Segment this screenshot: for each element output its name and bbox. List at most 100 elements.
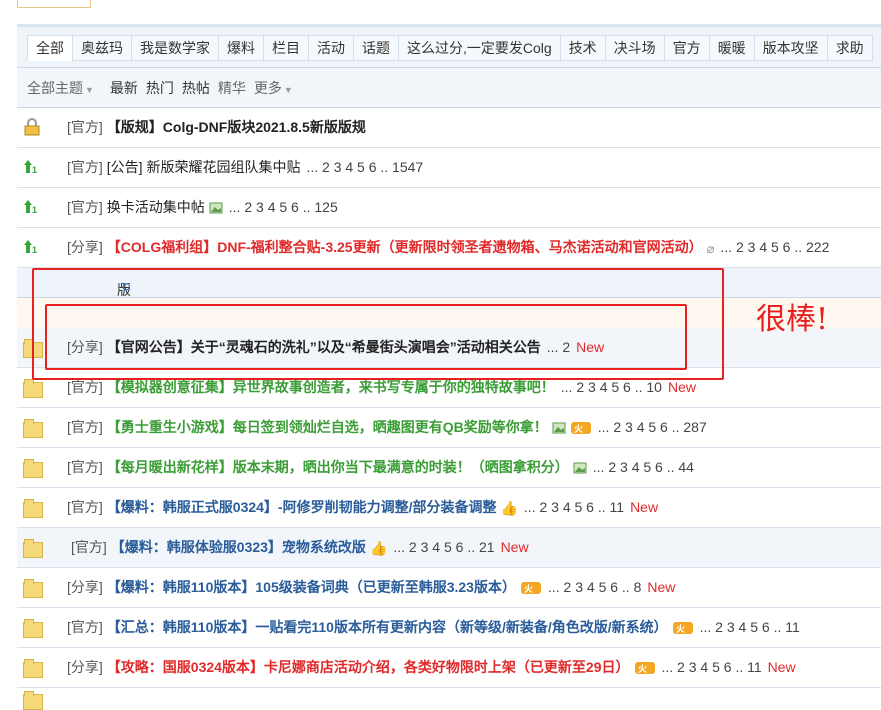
- image-icon: [573, 462, 587, 474]
- thread-pages[interactable]: ... 2 3 4 5 6 .. 10: [561, 379, 662, 395]
- image-icon: [209, 202, 223, 214]
- forum-tab-bar: 全部 奥兹玛 我是数学家 爆料 栏目 活动 话题 这么过分,一定要发Colg 技…: [17, 24, 881, 68]
- tab-column[interactable]: 栏目: [263, 35, 309, 61]
- hot-icon: 火: [634, 662, 655, 675]
- folder-icon: [23, 691, 43, 710]
- thread-pages[interactable]: ... 2 3 4 5 6 .. 8: [548, 579, 641, 595]
- thread-title[interactable]: 【每月暖出新花样】版本末期，晒出你当下最满意的时装！（晒图拿积分）: [107, 459, 569, 475]
- thread-category[interactable]: [分享]: [67, 659, 103, 675]
- tab-events[interactable]: 活动: [308, 35, 354, 61]
- folder-icon: [23, 619, 43, 638]
- thread-row[interactable]: [分享] 【攻略：国服0324版本】卡尼娜商店活动介绍，各类好物限时上架（已更新至…: [17, 648, 881, 688]
- thread-category[interactable]: [官方]: [67, 619, 103, 635]
- thread-title[interactable]: 【爆料：韩服110版本】105级装备词典（已更新至韩服3.23版本）: [107, 579, 516, 595]
- attachment-icon: ⌀: [706, 240, 715, 256]
- thread-row[interactable]: [官方] 【勇士重生小游戏】每日签到领灿烂自选，晒趣图更有QB奖励等你拿！ 火...…: [17, 408, 881, 448]
- tab-all[interactable]: 全部: [27, 35, 73, 61]
- thread-pages[interactable]: ... 2 3 4 5 6 .. 21: [393, 539, 494, 555]
- filter-all-topics[interactable]: 全部主题 ▼: [27, 78, 102, 98]
- thumbs-up-icon: 👍: [369, 539, 388, 556]
- thread-category[interactable]: [官方]: [67, 419, 103, 435]
- pin-icon: 1: [24, 160, 37, 175]
- pinned-row[interactable]: [官方] 【版规】Colg-DNF版块2021.8.5新版版规: [17, 108, 881, 148]
- pinned-row[interactable]: 1 [官方] [公告] 新版荣耀花园组队集中贴 ... 2 3 4 5 6 .. 1…: [17, 148, 881, 188]
- pin-icon: 1: [24, 240, 37, 255]
- thread-category[interactable]: [官方]: [71, 539, 107, 555]
- thread-pages[interactable]: ... 2 3 4 5 6 .. 11: [524, 499, 624, 515]
- tab-complaints[interactable]: 这么过分,一定要发Colg: [398, 35, 561, 61]
- new-badge: New: [667, 379, 696, 395]
- thread-title[interactable]: 【汇总：韩服110版本】一贴看完110版本所有更新内容（新等级/新装备/角色改版…: [107, 619, 668, 635]
- thread-row[interactable]: [官方] 【爆料：韩服体验服0323】宠物系统改版 👍 ... 2 3 4 5 6 .…: [17, 528, 881, 568]
- thread-pages[interactable]: ... 2 3 4 5 6 .. 11: [700, 619, 800, 635]
- folder-icon: [23, 459, 43, 478]
- folder-icon: [23, 419, 43, 438]
- thread-title[interactable]: 【爆料：韩服体验服0323】宠物系统改版: [111, 539, 366, 555]
- thread-title[interactable]: 【爆料：韩服正式服0324】-阿修罗削韧能力调整/部分装备调整: [107, 499, 497, 515]
- filter-digest[interactable]: 精华: [218, 78, 246, 98]
- thread-row[interactable]: [官方] 【每月暖出新花样】版本末期，晒出你当下最满意的时装！（晒图拿积分）...…: [17, 448, 881, 488]
- thread-pages[interactable]: ... 2 3 4 5 6 .. 11: [662, 659, 762, 675]
- new-badge: New: [630, 499, 659, 515]
- tab-arena[interactable]: 决斗场: [604, 35, 665, 61]
- tab-tech[interactable]: 技术: [559, 35, 606, 61]
- filter-hot[interactable]: 热门: [146, 78, 174, 98]
- new-badge: New: [647, 579, 676, 595]
- thread-pages[interactable]: ... 2 3 4 5 6 .. 1547: [306, 159, 423, 175]
- thread-pages[interactable]: ... 2 3 4 5 6 .. 222: [720, 239, 829, 255]
- svg-text:1: 1: [32, 205, 37, 215]
- tab-version-guide[interactable]: 版本攻坚: [753, 35, 828, 61]
- thread-row[interactable]: [分享] 【爆料：韩服110版本】105级装备词典（已更新至韩服3.23版本） 火.…: [17, 568, 881, 608]
- thread-title[interactable]: 【版规】Colg-DNF版块2021.8.5新版版规: [107, 119, 366, 135]
- thread-title[interactable]: 【模拟器创意征集】异世界故事创造者，来书写专属于你的独特故事吧！: [107, 379, 555, 395]
- filter-heat[interactable]: 热帖: [182, 78, 210, 98]
- tab-nuannuan[interactable]: 暖暖: [708, 35, 755, 61]
- thumbs-up-icon: 👍: [500, 499, 518, 516]
- thread-category[interactable]: [官方]: [67, 379, 103, 395]
- thread-pages[interactable]: ... 2 3 4 5 6 .. 125: [229, 199, 338, 215]
- thread-category[interactable]: [官方]: [67, 459, 103, 475]
- pinned-row[interactable]: 1 [分享] 【COLG福利组】DNF-福利整合贴-3.25更新（更新限时领圣者遗…: [17, 228, 881, 268]
- thread-category[interactable]: [官方]: [67, 199, 103, 215]
- filter-more[interactable]: 更多 ▼: [254, 78, 301, 98]
- new-badge: New: [500, 539, 529, 555]
- thread-row[interactable]: [官方] 【汇总：韩服110版本】一贴看完110版本所有更新内容（新等级/新装备/…: [17, 608, 881, 648]
- image-icon: [552, 422, 566, 434]
- thread-title[interactable]: 换卡活动集中帖: [107, 199, 205, 215]
- thread-title[interactable]: 【攻略：国服0324版本】卡尼娜商店活动介绍，各类好物限时上架（已更新至29日）: [107, 659, 630, 675]
- tab-official[interactable]: 官方: [663, 35, 710, 61]
- tab-ozma[interactable]: 奥兹玛: [72, 35, 132, 61]
- thread-title[interactable]: 【勇士重生小游戏】每日签到领灿烂自选，晒趣图更有QB奖励等你拿！: [107, 419, 548, 435]
- svg-text:火: 火: [676, 624, 686, 634]
- lock-icon: [24, 118, 40, 136]
- pin-icon: 1: [24, 200, 37, 215]
- thread-title[interactable]: [公告] 新版荣耀花园组队集中贴: [107, 159, 301, 175]
- filter-latest[interactable]: 最新: [110, 78, 138, 98]
- thread-category[interactable]: [分享]: [67, 579, 103, 595]
- svg-text:火: 火: [574, 424, 584, 434]
- tab-mathematician[interactable]: 我是数学家: [131, 35, 219, 61]
- thread-category[interactable]: [官方]: [67, 499, 103, 515]
- tab-leaks[interactable]: 爆料: [218, 35, 264, 61]
- svg-text:火: 火: [638, 664, 648, 674]
- caret-down-icon: ▼: [85, 84, 94, 95]
- thread-title[interactable]: 【COLG福利组】DNF-福利整合贴-3.25更新（更新限时领圣者遗物箱、马杰诺…: [107, 239, 703, 255]
- hot-icon: 火: [672, 622, 693, 635]
- top-box: [17, 0, 91, 8]
- thread-category[interactable]: [分享]: [67, 239, 103, 255]
- thread-pages[interactable]: ... 2 3 4 5 6 .. 44: [593, 459, 694, 475]
- annotation-text: 很棒!: [756, 302, 829, 337]
- thread-row[interactable]: [官方] 【爆料：韩服正式服0324】-阿修罗削韧能力调整/部分装备调整 👍 ... …: [17, 488, 881, 528]
- pinned-row[interactable]: 1 [官方] 换卡活动集中帖 ... 2 3 4 5 6 .. 125: [17, 188, 881, 228]
- thread-pages[interactable]: ... 2 3 4 5 6 .. 287: [598, 419, 707, 435]
- thread-category[interactable]: [官方]: [67, 159, 103, 175]
- thread-category[interactable]: [官方]: [67, 119, 103, 135]
- tab-help[interactable]: 求助: [826, 35, 873, 61]
- folder-icon: [23, 499, 43, 518]
- tab-topics[interactable]: 话题: [353, 35, 399, 61]
- hot-icon: 火: [570, 422, 591, 435]
- hot-icon: 火: [520, 582, 541, 595]
- folder-icon: [23, 659, 43, 678]
- svg-text:1: 1: [32, 165, 37, 175]
- thread-row[interactable]: [17, 688, 881, 710]
